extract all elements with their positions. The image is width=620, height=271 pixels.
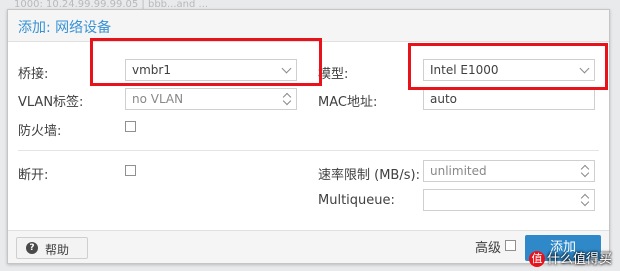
firewall-checkbox[interactable] [125,121,136,132]
vlan-tag-value: no VLAN [132,92,184,106]
watermark-text: 什么值得买 [546,251,612,267]
firewall-label: 防火墙: [18,124,62,139]
multiqueue-spinner[interactable] [423,189,595,211]
mac-address-value: auto [430,92,458,106]
multiqueue-label: Multiqueue: [318,193,395,208]
disconnect-label: 断开: [18,168,49,183]
spinner-arrows-icon[interactable] [580,191,590,209]
dialog-footer: ? 帮助 高级 添加 [8,230,609,263]
advanced-label: 高级 [475,241,502,256]
add-network-device-dialog: 添加: 网络设备 桥接: vmbr1 模型: Intel E1000 VLAN标… [7,9,610,264]
help-label: 帮助 [45,243,70,257]
mac-address-label: MAC地址: [318,95,378,110]
help-button[interactable]: ? 帮助 [16,237,88,259]
advanced-checkbox[interactable] [505,240,516,251]
bridge-label: 桥接: [18,67,49,82]
mac-address-input[interactable]: auto [423,88,595,110]
rate-limit-spinner[interactable]: unlimited [423,160,595,182]
rate-limit-label: 速率限制 (MB/s): [318,168,420,183]
spinner-arrows-icon[interactable] [282,90,292,108]
model-highlight-box [408,43,608,90]
spinner-arrows-icon[interactable] [580,162,590,180]
watermark: 值什么值得买 [528,248,612,267]
vlan-tag-label: VLAN标签: [18,95,84,110]
model-label: 模型: [318,67,349,82]
bridge-highlight-box [90,38,322,86]
dialog-title: 添加: 网络设备 [18,20,112,36]
section-divider [18,150,599,151]
question-icon: ? [26,242,38,254]
rate-limit-value: unlimited [430,164,487,178]
watermark-badge: 值 [528,251,545,267]
disconnect-checkbox[interactable] [125,165,136,176]
vlan-tag-spinner[interactable]: no VLAN [125,88,297,110]
